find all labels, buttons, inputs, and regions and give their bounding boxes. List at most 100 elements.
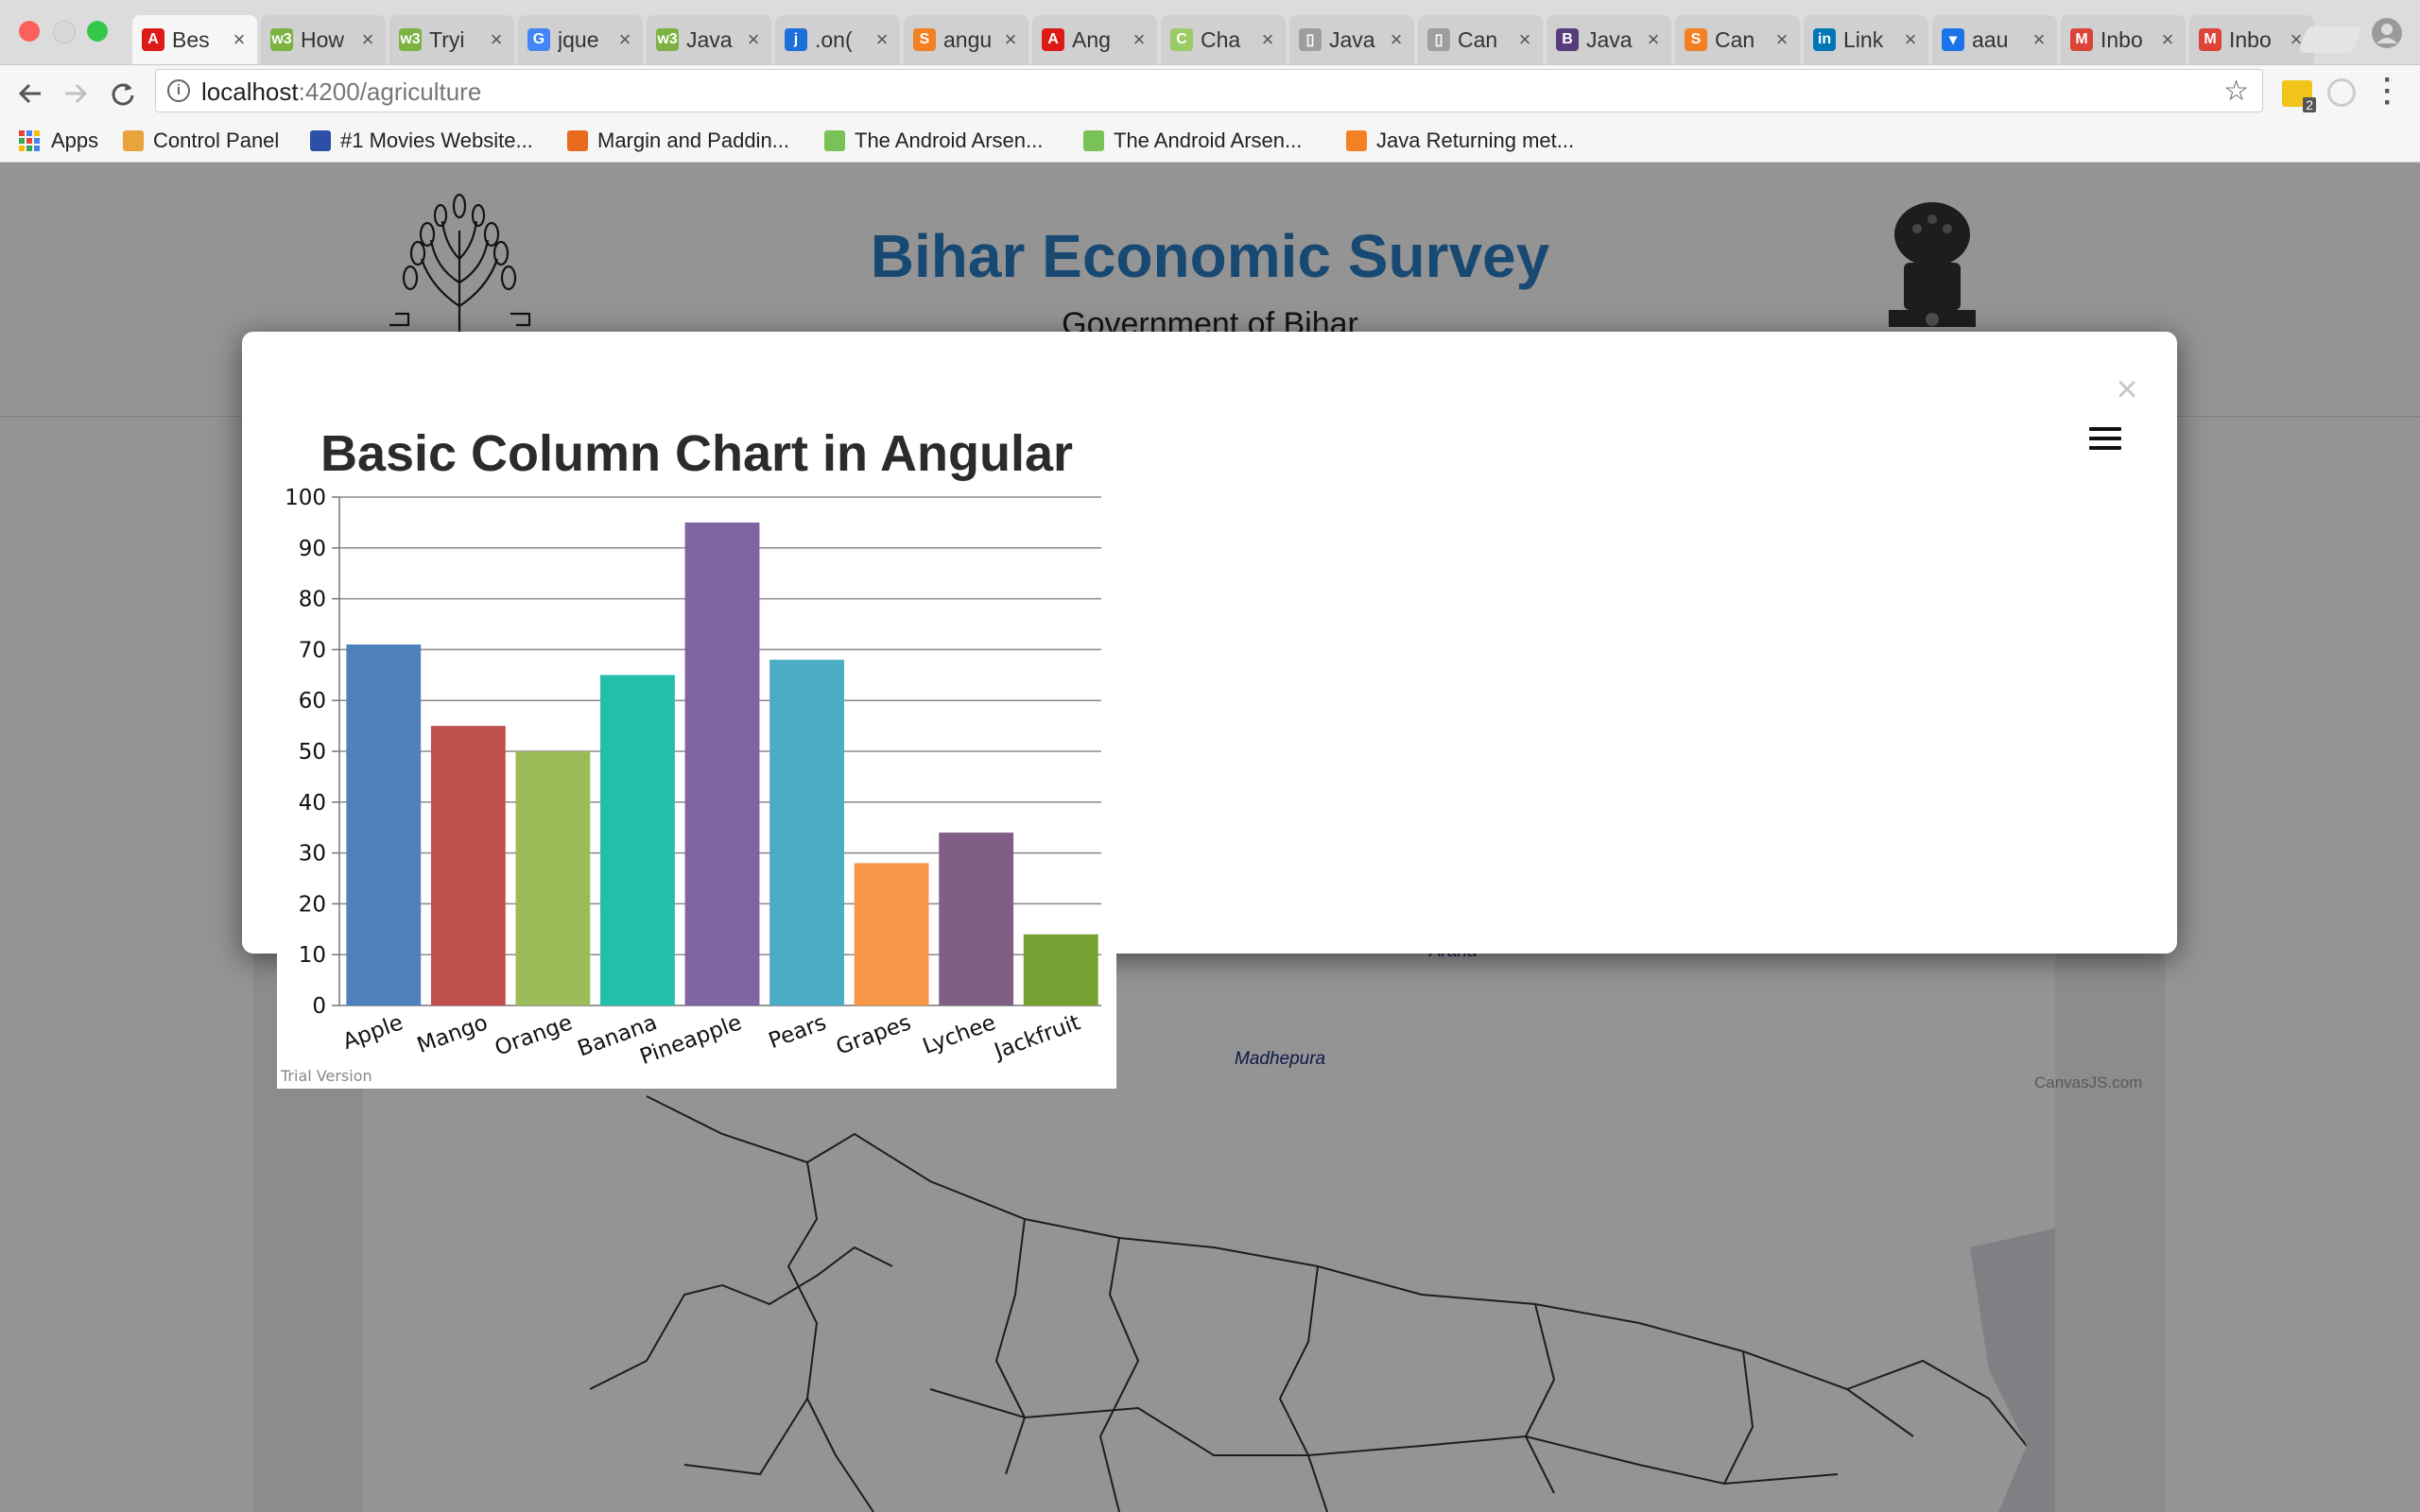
- y-tick-label: 60: [299, 689, 326, 713]
- tab-close-icon[interactable]: ×: [1902, 27, 1919, 52]
- minimize-window-button[interactable]: [53, 21, 76, 43]
- tab-close-icon[interactable]: ×: [1259, 27, 1276, 52]
- extension-2-icon[interactable]: [2327, 78, 2356, 107]
- back-arrow-icon: [18, 83, 41, 104]
- browser-menu-icon[interactable]: · · ·: [2378, 66, 2397, 117]
- jquery-icon: j: [785, 28, 807, 51]
- angular-icon: A: [142, 28, 164, 51]
- bar-apple[interactable]: [346, 644, 422, 1005]
- reload-button[interactable]: [106, 77, 140, 111]
- browser-tab[interactable]: w3 How ×: [261, 15, 386, 64]
- google-icon: G: [527, 28, 550, 51]
- x-tick-label: Orange: [492, 1010, 576, 1060]
- bookmark-item[interactable]: Java Returning met...: [1346, 126, 1574, 156]
- tab-close-icon[interactable]: ×: [1773, 27, 1790, 52]
- new-tab-button[interactable]: [2297, 26, 2363, 53]
- modal-close-button[interactable]: ×: [2110, 370, 2144, 408]
- bookmark-star-icon[interactable]: ☆: [2223, 75, 2249, 108]
- bar-orange[interactable]: [515, 751, 591, 1005]
- tab-label: aau: [1972, 26, 2009, 52]
- bar-mango[interactable]: [430, 726, 506, 1005]
- android-icon: [1083, 130, 1104, 151]
- address-bar[interactable]: i localhost:4200/agriculture ☆: [155, 69, 2263, 112]
- stackoverflow-icon: S: [1685, 28, 1707, 51]
- movie-icon: [310, 130, 331, 151]
- tab-close-icon[interactable]: ×: [231, 27, 248, 52]
- extension-icon[interactable]: 2: [2282, 80, 2316, 112]
- tab-close-icon[interactable]: ×: [616, 27, 633, 52]
- tab-label: angu: [943, 26, 993, 52]
- bookmark-item[interactable]: The Android Arsen...: [1083, 126, 1302, 156]
- browser-tab[interactable]: w3 Tryi ×: [389, 15, 514, 64]
- browser-tab[interactable]: ▯ Can ×: [1418, 15, 1543, 64]
- tab-close-icon[interactable]: ×: [745, 27, 762, 52]
- maximize-window-button[interactable]: [87, 21, 108, 42]
- x-tick-label: Grapes: [833, 1010, 914, 1060]
- profile-icon[interactable]: [2371, 17, 2403, 49]
- y-tick-label: 70: [299, 638, 326, 662]
- bookmark-item[interactable]: Margin and Paddin...: [567, 126, 789, 156]
- browser-tab[interactable]: A Ang ×: [1032, 15, 1157, 64]
- apps-grid-icon: [19, 130, 40, 151]
- bar-pineapple[interactable]: [684, 522, 760, 1005]
- browser-tab[interactable]: S Can ×: [1675, 15, 1800, 64]
- bar-jackfruit[interactable]: [1023, 934, 1098, 1005]
- bar-banana[interactable]: [600, 675, 675, 1005]
- browser-tab[interactable]: B Java ×: [1547, 15, 1671, 64]
- browser-tab[interactable]: ▯ Java ×: [1289, 15, 1414, 64]
- w3-icon: w3: [270, 28, 293, 51]
- bookmark-label: Control Panel: [153, 129, 280, 152]
- forward-button[interactable]: [59, 77, 93, 111]
- tab-label: Java: [686, 26, 733, 52]
- tab-close-icon[interactable]: ×: [873, 27, 890, 52]
- chart-icon: C: [1170, 28, 1193, 51]
- bookmark-item[interactable]: The Android Arsen...: [824, 126, 1043, 156]
- browser-tab[interactable]: M Inbo ×: [2189, 15, 2314, 64]
- url-text[interactable]: localhost:4200/agriculture: [201, 77, 481, 107]
- bar-pears[interactable]: [769, 660, 844, 1005]
- bookmark-item[interactable]: Apps: [19, 126, 98, 156]
- y-tick-label: 90: [299, 537, 326, 561]
- browser-tab[interactable]: A Bes ×: [132, 15, 257, 64]
- back-button[interactable]: [13, 77, 47, 111]
- bookmarks-bar: Apps Control Panel #1 Movies Website... Mar…: [0, 122, 2420, 163]
- tab-label: Can: [1715, 26, 1755, 52]
- y-tick-label: 10: [299, 943, 326, 968]
- tab-close-icon[interactable]: ×: [1388, 27, 1405, 52]
- tab-close-icon[interactable]: ×: [359, 27, 376, 52]
- browser-tab[interactable]: Gjque ×: [518, 15, 643, 64]
- browser-tab[interactable]: Sangu ×: [904, 15, 1028, 64]
- browser-tab[interactable]: w3 Java ×: [647, 15, 771, 64]
- bookmark-item[interactable]: #1 Movies Website...: [310, 126, 533, 156]
- chart-menu-icon[interactable]: [2089, 427, 2121, 455]
- tab-close-icon[interactable]: ×: [2159, 27, 2176, 52]
- tab-close-icon[interactable]: ×: [2031, 27, 2048, 52]
- bar-lychee[interactable]: [939, 833, 1014, 1005]
- browser-tab[interactable]: j .on( ×: [775, 15, 900, 64]
- tab-close-icon[interactable]: ×: [1131, 27, 1148, 52]
- tab-close-icon[interactable]: ×: [1002, 27, 1019, 52]
- browser-tab[interactable]: ▾ aau ×: [1932, 15, 2057, 64]
- browser-tab[interactable]: C Cha ×: [1161, 15, 1286, 64]
- bookmark-item[interactable]: Control Panel: [123, 126, 279, 156]
- url-path: :4200/agriculture: [298, 77, 482, 106]
- y-tick-label: 0: [312, 994, 326, 1019]
- y-tick-label: 30: [299, 842, 326, 867]
- x-tick-label: Lychee: [920, 1010, 999, 1059]
- trial-version-watermark: Trial Version: [280, 1067, 372, 1085]
- tab-label: Link: [1843, 26, 1884, 52]
- tab-label: .on(: [815, 26, 853, 52]
- tab-label: Inbo: [2229, 26, 2272, 52]
- tab-label: Bes: [172, 26, 210, 52]
- bar-grapes[interactable]: [854, 863, 929, 1005]
- browser-tab[interactable]: M Inbo ×: [2061, 15, 2186, 64]
- browser-tab[interactable]: in Link ×: [1804, 15, 1928, 64]
- tab-close-icon[interactable]: ×: [488, 27, 505, 52]
- tab-close-icon[interactable]: ×: [1516, 27, 1533, 52]
- linkedin-icon: in: [1813, 28, 1836, 51]
- tab-close-icon[interactable]: ×: [1645, 27, 1662, 52]
- gmail-icon: M: [2199, 28, 2221, 51]
- tab-label: Can: [1458, 26, 1498, 52]
- close-window-button[interactable]: [19, 21, 40, 42]
- site-info-icon[interactable]: i: [167, 79, 190, 102]
